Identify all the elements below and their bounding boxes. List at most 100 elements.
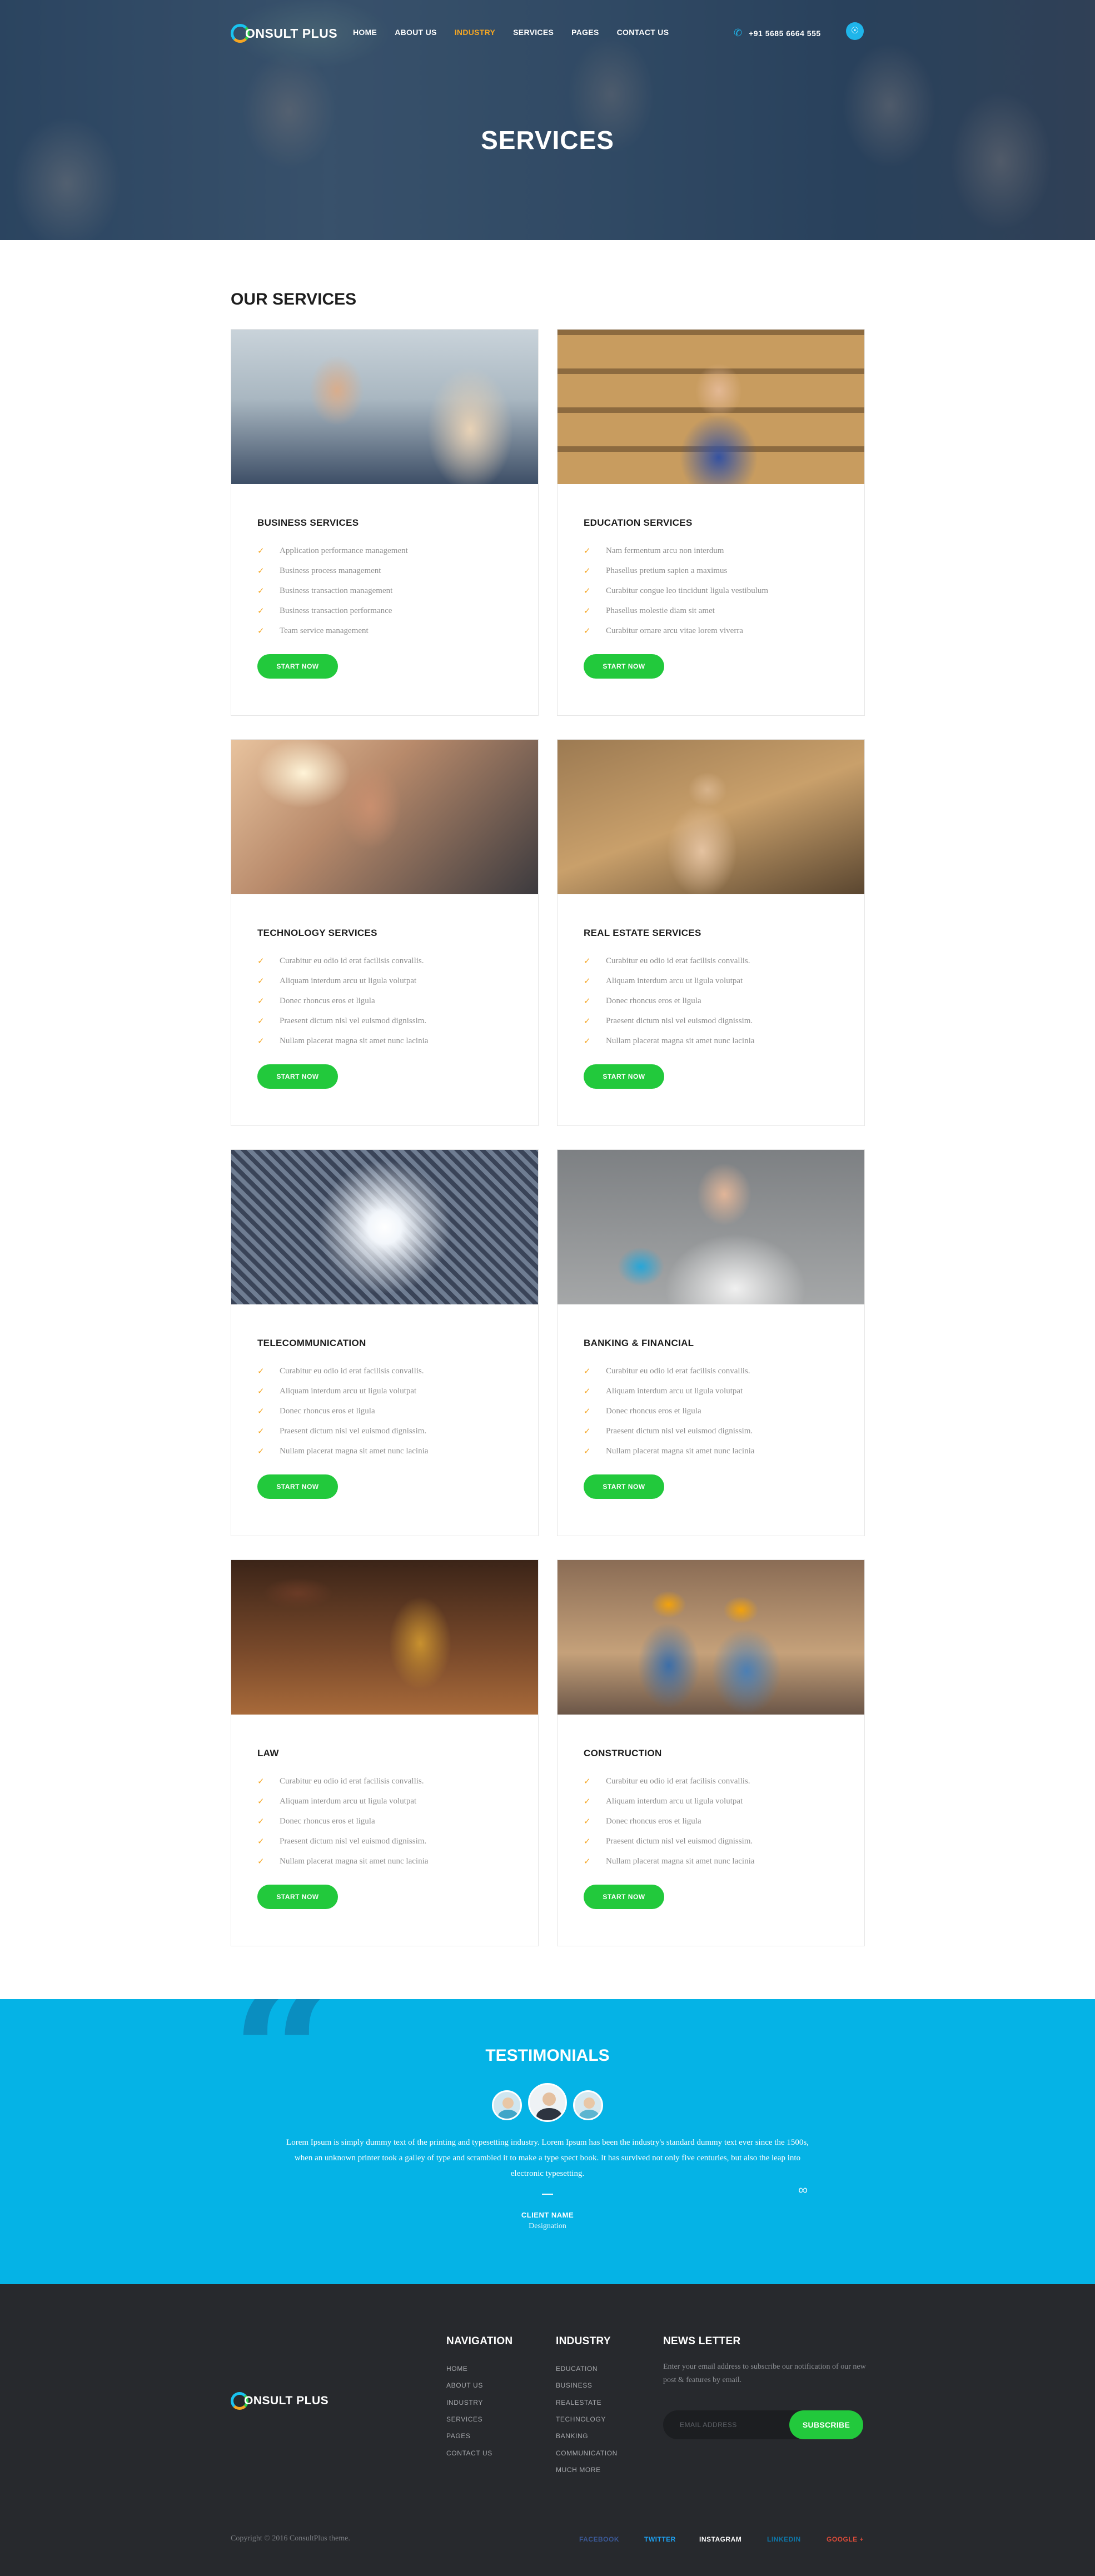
- service-feature-list: ✓ Curabitur eu odio id erat facilisis con…: [257, 1771, 428, 1871]
- social-link-twitter[interactable]: TWITTER: [644, 2535, 676, 2543]
- start-now-button[interactable]: START NOW: [584, 1064, 664, 1089]
- client-name: CLIENT NAME: [521, 2211, 574, 2219]
- list-item: ✓ Donec rhoncus eros et ligula: [257, 1811, 428, 1831]
- check-icon: ✓: [584, 1406, 591, 1416]
- check-icon: ✓: [257, 1426, 265, 1436]
- testimonials-title: TESTIMONIALS: [485, 2046, 610, 2065]
- avatar[interactable]: [573, 2090, 603, 2120]
- footer-nav-contact-us[interactable]: CONTACT US: [446, 2444, 492, 2461]
- service-title: EDUCATION SERVICES: [584, 517, 693, 528]
- list-item: ✓ Nullam placerat magna sit amet nunc lac…: [257, 1031, 428, 1051]
- check-icon: ✓: [257, 1836, 265, 1846]
- list-item: ✓ Curabitur eu odio id erat facilisis con…: [257, 1771, 428, 1791]
- social-link-linkedin[interactable]: LINKEDIN: [767, 2535, 801, 2543]
- check-icon: ✓: [584, 996, 591, 1006]
- list-item-text: Phasellus molestie diam sit amet: [606, 606, 715, 615]
- footer-industry-realestate[interactable]: REALESTATE: [556, 2394, 618, 2411]
- list-item: ✓ Nullam placerat magna sit amet nunc lac…: [584, 1851, 754, 1871]
- check-icon: ✓: [584, 1426, 591, 1436]
- check-icon: ✓: [257, 1796, 265, 1806]
- list-item: ✓ Praesent dictum nisl vel euismod dignis…: [584, 1831, 754, 1851]
- check-icon: ✓: [257, 606, 265, 616]
- newsletter-text: Enter your email address to subscribe ou…: [663, 2363, 866, 2384]
- list-item-text: Aliquam interdum arcu ut ligula volutpat: [606, 1796, 743, 1806]
- footer-industry-technology[interactable]: TECHNOLOGY: [556, 2411, 618, 2428]
- list-item-text: Curabitur eu odio id erat facilisis conv…: [280, 956, 424, 965]
- service-title: REAL ESTATE SERVICES: [584, 928, 701, 938]
- service-title: BUSINESS SERVICES: [257, 517, 359, 528]
- avatar[interactable]: [492, 2090, 522, 2120]
- menu-item-industry[interactable]: INDUSTRY: [455, 28, 495, 37]
- start-now-button[interactable]: START NOW: [584, 654, 664, 679]
- footer-nav-about-us[interactable]: ABOUT US: [446, 2377, 492, 2394]
- footer-industry-communication[interactable]: COMMUNICATION: [556, 2444, 618, 2461]
- footer-industry-business[interactable]: BUSINESS: [556, 2377, 618, 2394]
- service-card-technology: TECHNOLOGY SERVICES ✓ Curabitur eu odio id…: [231, 739, 539, 1126]
- social-link-instagram[interactable]: INSTAGRAM: [699, 2535, 741, 2543]
- social-link-google-plus[interactable]: GOOGLE +: [827, 2535, 864, 2543]
- check-icon: ✓: [257, 1816, 265, 1826]
- start-now-button[interactable]: START NOW: [257, 1064, 338, 1089]
- start-now-button[interactable]: START NOW: [257, 1885, 338, 1909]
- list-item: ✓ Curabitur eu odio id erat facilisis con…: [257, 951, 428, 971]
- list-item-text: Nullam placerat magna sit amet nunc laci…: [606, 1446, 755, 1456]
- menu-item-contact-us[interactable]: CONTACT US: [617, 28, 669, 37]
- footer-nav-pages[interactable]: PAGES: [446, 2428, 492, 2444]
- main-menu: HOME ABOUT US INDUSTRY SERVICES PAGES CO…: [353, 28, 686, 37]
- list-item-text: Application performance management: [280, 546, 408, 555]
- menu-item-home[interactable]: HOME: [353, 28, 377, 37]
- menu-item-services[interactable]: SERVICES: [513, 28, 554, 37]
- service-title: CONSTRUCTION: [584, 1748, 662, 1758]
- check-icon: ✓: [257, 976, 265, 986]
- cart-icon[interactable]: ☉: [846, 22, 864, 40]
- list-item: ✓ Praesent dictum nisl vel euismod dignis…: [257, 1831, 428, 1851]
- footer-industry-education[interactable]: EDUCATION: [556, 2360, 618, 2377]
- divider: [542, 2194, 553, 2195]
- services-section-title: OUR SERVICES: [231, 290, 357, 308]
- top-navigation: ONSULT PLUS HOME ABOUT US INDUSTRY SERVI…: [231, 21, 864, 44]
- menu-item-pages[interactable]: PAGES: [571, 28, 599, 37]
- check-icon: ✓: [257, 1856, 265, 1866]
- start-now-button[interactable]: START NOW: [584, 1474, 664, 1499]
- list-item: ✓ Nullam placerat magna sit amet nunc lac…: [257, 1851, 428, 1871]
- subscribe-button[interactable]: SUBSCRIBE: [789, 2410, 863, 2439]
- newsletter-title: NEWS LETTER: [663, 2335, 741, 2347]
- footer-navigation-list: HOME ABOUT US INDUSTRY SERVICES PAGES CO…: [446, 2360, 492, 2462]
- social-link-facebook[interactable]: FACEBOOK: [579, 2535, 619, 2543]
- start-now-button[interactable]: START NOW: [257, 654, 338, 679]
- footer-nav-services[interactable]: SERVICES: [446, 2411, 492, 2428]
- footer-logo[interactable]: ONSULT PLUS: [231, 2392, 328, 2410]
- list-item: ✓ Aliquam interdum arcu ut ligula volutpa…: [257, 1381, 428, 1401]
- footer-industry-banking[interactable]: BANKING: [556, 2428, 618, 2444]
- site-footer: ONSULT PLUS NAVIGATION HOME ABOUT US IND…: [0, 2284, 1095, 2576]
- start-now-button[interactable]: START NOW: [584, 1885, 664, 1909]
- footer-logo-text: ONSULT PLUS: [244, 2394, 329, 2407]
- email-input[interactable]: [663, 2410, 791, 2439]
- check-icon: ✓: [584, 1816, 591, 1826]
- footer-industry-much-more[interactable]: MUCH MORE: [556, 2462, 618, 2478]
- phone-contact[interactable]: ✆ +91 5685 6664 555: [734, 27, 821, 39]
- list-item: ✓ Curabitur eu odio id erat facilisis con…: [584, 1771, 754, 1791]
- list-item-text: Business process management: [280, 566, 381, 575]
- start-now-button[interactable]: START NOW: [257, 1474, 338, 1499]
- list-item-text: Praesent dictum nisl vel euismod digniss…: [606, 1836, 753, 1846]
- check-icon: ✓: [257, 996, 265, 1006]
- list-item-text: Team service management: [280, 626, 369, 635]
- check-icon: ✓: [257, 1776, 265, 1786]
- avatar-active[interactable]: [528, 2083, 567, 2122]
- phone-number: +91 5685 6664 555: [749, 28, 821, 38]
- list-item-text: Aliquam interdum arcu ut ligula volutpat: [280, 1796, 417, 1806]
- check-icon: ✓: [257, 586, 265, 596]
- list-item: ✓ Phasellus molestie diam sit amet: [584, 601, 768, 621]
- service-feature-list: ✓ Nam fermentum arcu non interdum ✓ Phasell…: [584, 541, 768, 641]
- service-image-technology: [231, 740, 538, 894]
- site-logo[interactable]: ONSULT PLUS: [231, 23, 337, 43]
- list-item: ✓ Praesent dictum nisl vel euismod dignis…: [584, 1011, 754, 1031]
- footer-nav-industry[interactable]: INDUSTRY: [446, 2394, 492, 2411]
- list-item: ✓ Praesent dictum nisl vel euismod dignis…: [584, 1421, 754, 1441]
- check-icon: ✓: [584, 1836, 591, 1846]
- list-item-text: Nullam placerat magna sit amet nunc laci…: [606, 1856, 755, 1866]
- footer-nav-home[interactable]: HOME: [446, 2360, 492, 2377]
- check-icon: ✓: [584, 1856, 591, 1866]
- menu-item-about-us[interactable]: ABOUT US: [395, 28, 437, 37]
